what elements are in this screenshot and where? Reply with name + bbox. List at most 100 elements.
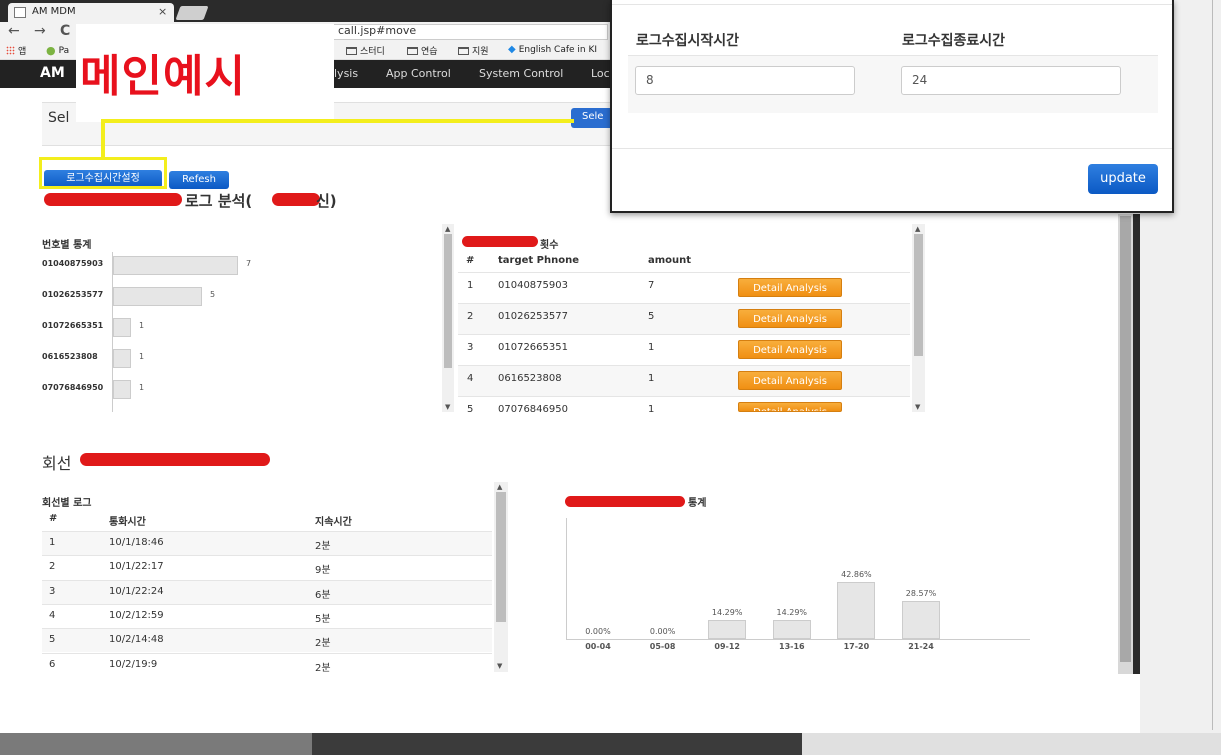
redaction-mark [44,193,182,206]
bar [708,620,747,639]
redaction-mark [565,496,685,507]
browser-tab[interactable]: AM MDM × [8,3,174,22]
table-scrollbar-thumb[interactable] [496,492,506,622]
bookmark-icon: ◆ [508,44,516,55]
bookmark-apply[interactable]: 지원 [458,44,489,57]
row-number: 4 [467,373,474,384]
bar [113,256,238,275]
nav-analysis[interactable]: lysis [334,67,358,80]
taskbar-segment [312,733,802,755]
row-number: 1 [49,537,56,548]
bar-value-label: 0.00% [585,627,611,636]
end-time-input[interactable]: 24 [901,66,1121,95]
phone-number: 01040875903 [498,280,568,291]
bar [113,349,131,368]
redaction-mark [80,453,270,466]
bookmark-study[interactable]: 스터디 [346,44,385,57]
table-scrollbar-thumb[interactable] [914,234,923,356]
call-duration: 2분 [315,662,331,674]
bar [772,620,811,639]
detail-analysis-button[interactable]: Detail Analysis [738,278,842,297]
reload-icon[interactable]: C [60,23,70,39]
phone-number: 07076846950 [498,404,568,415]
bar-value-label: 5 [210,290,216,299]
chart-axis [566,518,567,640]
table-title: 횟수 [540,240,559,251]
call-time: 10/1/22:17 [109,561,164,573]
refresh-button[interactable]: Refesh [169,171,229,189]
bar-value-label: 1 [139,352,145,361]
phone-number: 0616523808 [498,373,562,384]
nav-system-control[interactable]: System Control [479,67,563,80]
scroll-down-icon[interactable]: ▼ [497,662,502,670]
folder-icon [458,46,469,55]
back-icon[interactable]: ← [8,23,20,39]
bar-value-label: 14.29% [711,608,743,617]
amount: 5 [648,311,655,322]
bookmark-english[interactable]: ◆ English Cafe in KI [508,44,597,55]
section-title: 회선 [42,454,72,473]
annotation-connector [104,119,574,123]
annotation-label: 메인예시 [80,51,246,102]
scroll-up-icon[interactable]: ▲ [445,225,450,233]
detail-analysis-button[interactable]: Detail Analysis [738,340,842,359]
bookmark-label: English Cafe in KI [518,44,598,55]
bar [113,318,131,337]
update-button[interactable]: update [1088,164,1158,194]
folder-icon [407,46,418,55]
bar-value-label: 0.00% [649,627,676,636]
bookmark-label: 연습 [421,47,438,57]
amount: 1 [648,404,655,415]
nav-location[interactable]: Loc [591,67,610,80]
bar-value-label: 1 [139,383,145,392]
bookmark-apps[interactable]: 앱 [6,44,26,57]
forward-icon[interactable]: → [34,23,46,39]
section-title-suffix: 신) [316,192,337,210]
taskbar-segment [802,733,1221,755]
bar [902,601,940,639]
scroll-up-icon[interactable]: ▲ [497,483,502,491]
scroll-down-icon[interactable]: ▼ [445,403,450,411]
annotation-highlight [39,157,167,189]
column-header: 통화시간 [109,517,146,528]
bar-value-label: 14.29% [776,608,808,617]
call-time: 10/1/22:24 [109,585,164,597]
scroll-down-icon[interactable]: ▼ [915,403,920,411]
divider [612,4,1172,5]
bookmark-practice[interactable]: 연습 [407,44,438,57]
row-number: 4 [49,609,56,621]
bar-label: 0616523808 [42,352,98,361]
bar-value-label: 28.57% [905,589,937,598]
column-header: # [49,513,58,524]
tick-label: 05-08 [649,642,676,651]
detail-analysis-button[interactable]: Detail Analysis [738,402,842,412]
brand-logo[interactable]: AM [40,65,65,81]
column-header: # [466,255,475,266]
redaction-mark [272,193,320,206]
table-scrollbar-thumb[interactable] [444,234,452,368]
bookmark-pa[interactable]: ● Pa [46,44,69,57]
select-button[interactable]: Sele [571,108,612,128]
row-number: 5 [49,634,56,646]
bookmark-label: 앱 [18,47,27,57]
tab-title: AM MDM [32,6,76,17]
row-number: 3 [467,342,474,353]
call-duration: 2분 [315,638,331,650]
bookmark-label: Pa [58,45,70,56]
chart-title: 통계 [688,498,707,509]
bookmark-label: 지원 [472,47,489,57]
bar [113,287,202,306]
nav-app-control[interactable]: App Control [386,67,451,80]
amount: 7 [648,280,655,291]
start-time-input[interactable]: 8 [635,66,855,95]
scroll-up-icon[interactable]: ▲ [915,225,920,233]
new-tab-button[interactable] [175,6,209,20]
tick-label: 17-20 [843,642,870,651]
bar-label: 01040875903 [42,259,104,268]
detail-analysis-button[interactable]: Detail Analysis [738,309,842,328]
android-icon: ● [46,44,56,57]
detail-analysis-button[interactable]: Detail Analysis [738,371,842,390]
close-icon[interactable]: × [158,5,167,18]
page-scrollbar-thumb[interactable] [1120,216,1131,662]
column-header: amount [648,255,692,266]
